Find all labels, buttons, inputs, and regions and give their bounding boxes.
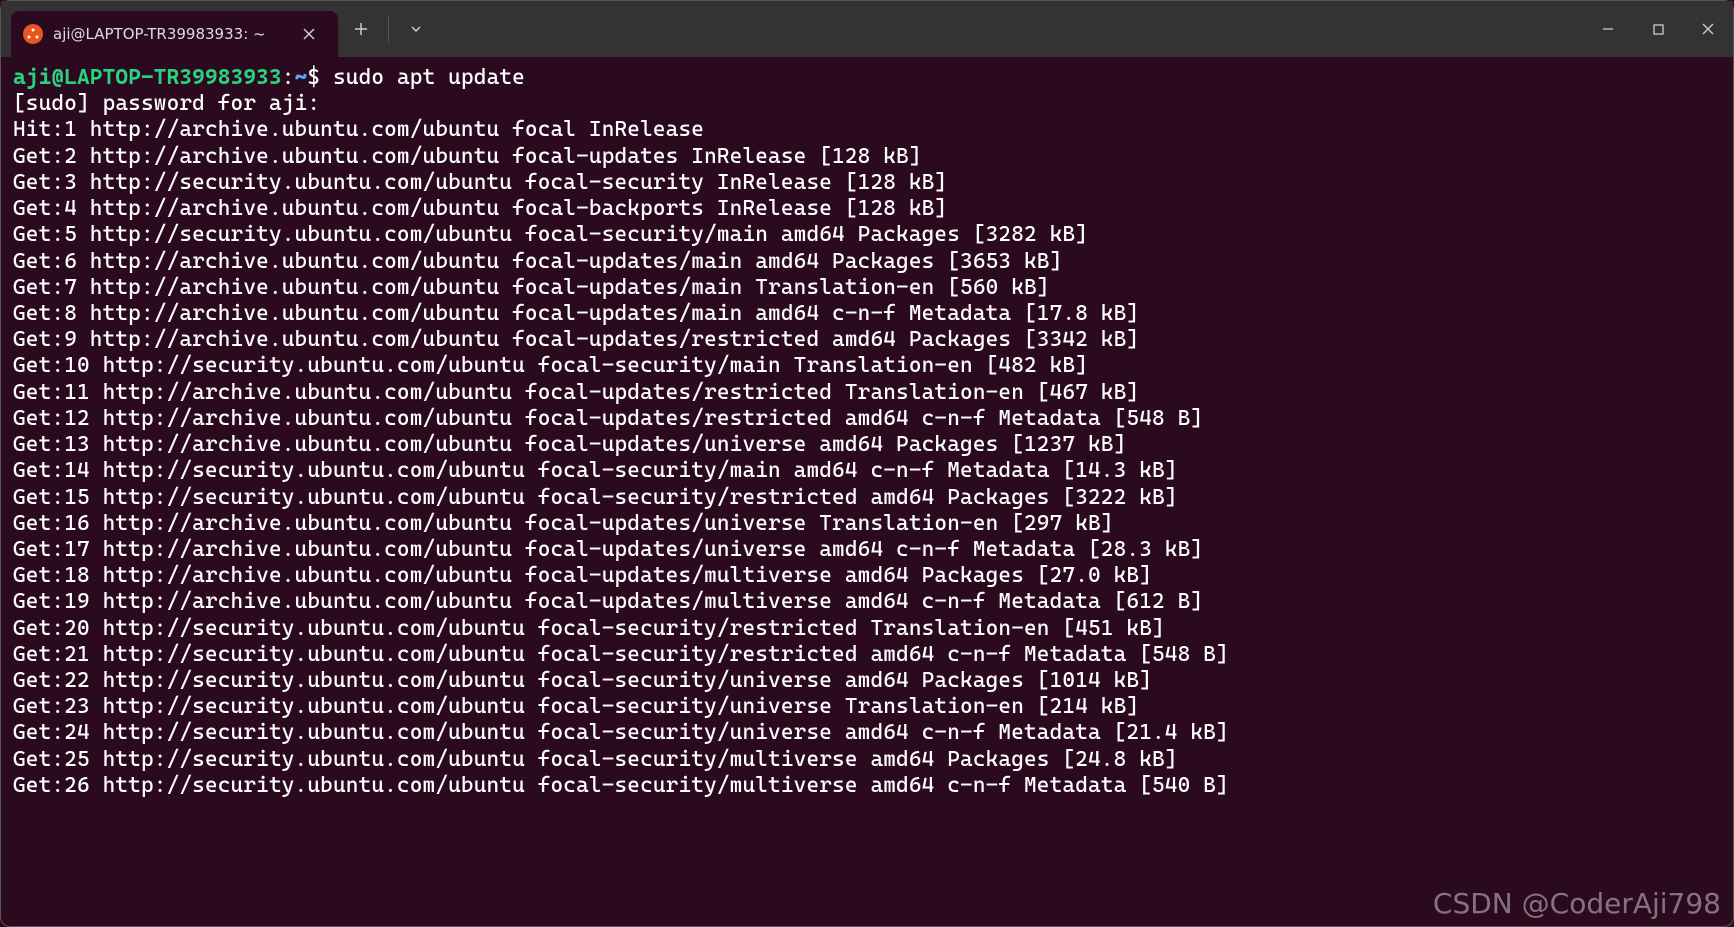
output-line: Get:16 http://archive.ubuntu.com/ubuntu …	[13, 511, 1723, 537]
output-line: Get:3 http://security.ubuntu.com/ubuntu …	[13, 170, 1723, 196]
tab-dropdown-button[interactable]	[393, 1, 439, 57]
tab-title: aji@LAPTOP-TR39983933: ~	[53, 25, 266, 43]
terminal-output[interactable]: aji@LAPTOP-TR39983933:~$ sudo apt update…	[1, 57, 1733, 926]
output-line: Hit:1 http://archive.ubuntu.com/ubuntu f…	[13, 117, 1723, 143]
output-line: Get:21 http://security.ubuntu.com/ubuntu…	[13, 642, 1723, 668]
prompt-user: aji	[13, 65, 51, 90]
output-line: Get:23 http://security.ubuntu.com/ubuntu…	[13, 694, 1723, 720]
output-line: Get:4 http://archive.ubuntu.com/ubuntu f…	[13, 196, 1723, 222]
separator	[388, 15, 389, 43]
output-line: Get:15 http://security.ubuntu.com/ubuntu…	[13, 485, 1723, 511]
output-line: Get:20 http://security.ubuntu.com/ubuntu…	[13, 616, 1723, 642]
output-line: Get:19 http://archive.ubuntu.com/ubuntu …	[13, 589, 1723, 615]
output-line: [sudo] password for aji:	[13, 91, 1723, 117]
output-line: Get:7 http://archive.ubuntu.com/ubuntu f…	[13, 275, 1723, 301]
output-line: Get:12 http://archive.ubuntu.com/ubuntu …	[13, 406, 1723, 432]
output-line: Get:11 http://archive.ubuntu.com/ubuntu …	[13, 380, 1723, 406]
output-line: Get:5 http://security.ubuntu.com/ubuntu …	[13, 222, 1723, 248]
tab-close-button[interactable]	[296, 21, 322, 47]
output-line: Get:24 http://security.ubuntu.com/ubuntu…	[13, 720, 1723, 746]
output-line: Get:17 http://archive.ubuntu.com/ubuntu …	[13, 537, 1723, 563]
tab-active[interactable]: aji@LAPTOP-TR39983933: ~	[11, 11, 338, 57]
prompt-command: sudo apt update	[333, 65, 525, 90]
prompt-line: aji@LAPTOP-TR39983933:~$ sudo apt update	[13, 65, 1723, 91]
prompt-path: ~	[295, 65, 308, 90]
minimize-button[interactable]	[1583, 1, 1633, 57]
output-line: Get:2 http://archive.ubuntu.com/ubuntu f…	[13, 144, 1723, 170]
output-line: Get:25 http://security.ubuntu.com/ubuntu…	[13, 747, 1723, 773]
output-line: Get:8 http://archive.ubuntu.com/ubuntu f…	[13, 301, 1723, 327]
output-line: Get:14 http://security.ubuntu.com/ubuntu…	[13, 458, 1723, 484]
titlebar: aji@LAPTOP-TR39983933: ~	[1, 1, 1733, 57]
output-line: Get:13 http://archive.ubuntu.com/ubuntu …	[13, 432, 1723, 458]
output-line: Get:18 http://archive.ubuntu.com/ubuntu …	[13, 563, 1723, 589]
maximize-button[interactable]	[1633, 1, 1683, 57]
prompt-colon: :	[282, 65, 295, 90]
titlebar-drag-area[interactable]	[439, 1, 1583, 57]
prompt-host: @LAPTOP-TR39983933	[51, 65, 281, 90]
output-line: Get:9 http://archive.ubuntu.com/ubuntu f…	[13, 327, 1723, 353]
output-line: Get:6 http://archive.ubuntu.com/ubuntu f…	[13, 249, 1723, 275]
close-button[interactable]	[1683, 1, 1733, 57]
ubuntu-icon	[23, 24, 43, 44]
prompt-dollar: $	[307, 65, 333, 90]
output-line: Get:22 http://security.ubuntu.com/ubuntu…	[13, 668, 1723, 694]
output-line: Get:26 http://security.ubuntu.com/ubuntu…	[13, 773, 1723, 799]
new-tab-button[interactable]	[338, 1, 384, 57]
output-line: Get:10 http://security.ubuntu.com/ubuntu…	[13, 353, 1723, 379]
